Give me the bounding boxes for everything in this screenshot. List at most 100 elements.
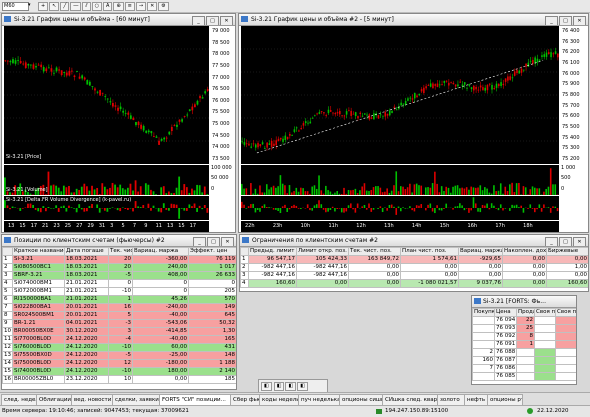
column-header[interactable] xyxy=(2,247,13,256)
close-button[interactable]: ✕ xyxy=(220,16,233,25)
column-header[interactable]: Краткое название xyxy=(12,247,65,256)
table-row[interactable]: 1 96 547,17 105 424,33 163 849,72 1 574,61 -9… xyxy=(240,255,588,264)
column-header[interactable]: Накоплен. доход xyxy=(502,247,547,256)
table-row[interactable]: 2 Si080500BC1 18.03.2021 20 240,00 1 017 xyxy=(2,263,236,272)
table-row[interactable]: 4 Si074000BM1 21.01.2021 0 0 0 xyxy=(2,279,236,288)
column-header[interactable]: Тек. чист. xyxy=(108,247,133,256)
props-tool-icon[interactable]: ⚙ xyxy=(158,2,169,11)
table-row[interactable]: 6 RI150000BA1 21.01.2021 1 45,26 570 xyxy=(2,295,236,304)
window-title: Si-3.21 График цены и объёма #2 - [5 мин… xyxy=(251,16,394,23)
column-header[interactable]: Цена xyxy=(494,308,517,317)
minimize-button[interactable]: _ xyxy=(192,16,205,25)
fib-tool-icon[interactable]: ≡ xyxy=(124,2,135,11)
window-title-bar[interactable]: Позиции по клиентским счетам (фьючерсы) … xyxy=(2,235,236,247)
table-row[interactable]: 3 -982 447,16 -982 447,16 0,00 0,00 0,00 0,00 0… xyxy=(240,271,588,280)
table-row[interactable]: 1 Si-3.21 18.03.2021 20 -360,00 76 119 xyxy=(2,255,236,264)
table-row[interactable]: 16 BR00005ZBL0 23.12.2020 10 0,00 185 xyxy=(2,375,236,384)
delta-bar xyxy=(124,208,127,209)
table-row[interactable]: 7 Si022800BA1 20.01.2021 16 -240,00 149 xyxy=(2,303,236,312)
column-header[interactable]: Вариац. маржа xyxy=(458,247,503,256)
volume-bar xyxy=(277,186,279,195)
column-header[interactable]: Продажа xyxy=(516,308,535,317)
delta-bar xyxy=(52,208,55,209)
table-row[interactable]: 4 160,60 0,00 0,00 -1 080 021,57 9 037,76 0,00… xyxy=(240,279,588,288)
table-row[interactable]: 11 Si77000BL0D 24.12.2020 -4 -40,00 165 xyxy=(2,335,236,344)
volume-bar xyxy=(365,190,368,195)
table-row[interactable]: 2 -982 447,16 -982 447,16 0,00 0,00 0,00 0,00 1… xyxy=(240,263,588,272)
table-row[interactable]: 5 Si072000BM1 21.01.2021 -10 0 205 xyxy=(2,287,236,296)
table-row[interactable]: 3 SBRF-3.21 18.03.2021 -5 408,00 26 633 xyxy=(2,271,236,280)
pointer-tool-icon[interactable]: ↖ xyxy=(49,2,60,11)
orderbook-row[interactable]: 76 093 25 xyxy=(472,324,576,333)
zoom-tool-icon[interactable]: ⊕ xyxy=(113,2,124,11)
volume-bar xyxy=(52,184,55,195)
chevron-down-icon[interactable]: ▾ xyxy=(28,2,31,8)
text-tool-icon[interactable]: A xyxy=(103,2,113,11)
column-header[interactable] xyxy=(240,247,249,256)
window-title-bar[interactable]: Ограничения по клиентским счетам #2 _ □ ✕ xyxy=(240,235,588,247)
delta-bar xyxy=(284,204,286,208)
restore-window-icon[interactable]: ◧ xyxy=(261,382,272,391)
table-row[interactable]: 12 Si76000BL0D 24.12.2020 -10 60,00 431 xyxy=(2,343,236,352)
window-title-bar[interactable]: Si-3.21 График цены и объёма - [60 минут… xyxy=(2,14,235,26)
column-header[interactable]: Своя прод xyxy=(555,308,576,317)
delta-pane[interactable] xyxy=(241,196,559,220)
maximize-button[interactable]: □ xyxy=(559,16,572,25)
column-header[interactable]: Лимит откр. поз. xyxy=(296,247,349,256)
table-row[interactable]: 10 BR00050BX0E 30.12.2020 3 -414,85 1,30 xyxy=(2,327,236,336)
close-button[interactable]: ✕ xyxy=(573,237,586,246)
column-header[interactable]: Биржевые xyxy=(546,247,588,256)
column-header[interactable]: Вариац. маржа xyxy=(132,247,189,256)
volume-bar xyxy=(449,192,452,195)
maximize-button[interactable]: □ xyxy=(207,237,220,246)
price-pane[interactable] xyxy=(241,26,559,164)
channel-tool-icon[interactable]: ⫽ xyxy=(82,2,91,11)
table-row[interactable]: 8 SR024500BM1 20.01.2021 5 -40,00 645 xyxy=(2,311,236,320)
delete-tool-icon[interactable]: ✕ xyxy=(147,2,158,11)
restore-window-icon[interactable]: ◧ xyxy=(297,382,308,391)
window-title-bar[interactable]: Si-3.21 График цены и объёма #2 - [5 мин… xyxy=(239,14,588,26)
column-header[interactable]: Покупка xyxy=(472,308,495,317)
minimize-button[interactable]: _ xyxy=(193,237,206,246)
column-header[interactable]: План чист. поз. xyxy=(400,247,459,256)
orderbook-row[interactable]: 76 085 xyxy=(472,372,576,381)
volume-pane[interactable] xyxy=(241,165,559,195)
restore-window-icon[interactable]: ◧ xyxy=(273,382,285,391)
restore-window-icon[interactable]: ◧ xyxy=(285,382,297,391)
crosshair-tool-icon[interactable]: + xyxy=(38,2,49,11)
minimize-button[interactable]: _ xyxy=(545,16,558,25)
arrow-tool-icon[interactable]: → xyxy=(135,2,147,11)
column-header[interactable]: Тек. чист. поз. xyxy=(348,247,401,256)
candle-body xyxy=(547,52,550,54)
table-row[interactable]: 13 Si75500BX0D 24.12.2020 -5 -25,00 148 xyxy=(2,351,236,360)
orderbook-row[interactable]: 2 76 088 xyxy=(472,348,576,357)
hline-tool-icon[interactable]: ― xyxy=(70,2,82,11)
table-row[interactable]: 15 Si74000BL0D 24.12.2020 -10 180,00 2 140 xyxy=(2,367,236,376)
line-tool-icon[interactable]: ╱ xyxy=(60,2,70,11)
delta-pane[interactable]: Si-3.21 [Delta.FR Volume Divergence] (k-… xyxy=(4,196,209,220)
close-button[interactable]: ✕ xyxy=(573,16,586,25)
orderbook-row[interactable]: 160 76 087 xyxy=(472,356,576,365)
timeframe-combo[interactable]: M60 xyxy=(2,2,29,11)
circle-tool-icon[interactable]: ○ xyxy=(91,2,103,11)
orderbook-row[interactable]: 76 091 1 xyxy=(472,340,576,349)
orderbook-row[interactable]: 76 094 22 xyxy=(472,316,576,325)
volume-pane[interactable]: Si-3.21 [Volume] xyxy=(4,165,209,195)
minimize-button[interactable]: _ xyxy=(545,237,558,246)
close-button[interactable]: ✕ xyxy=(221,237,234,246)
table-row[interactable]: 14 Si75000BL0D 24.12.2020 12 -180,00 1 188 xyxy=(2,359,236,368)
price-pane[interactable]: Si-3.21 [Price] xyxy=(4,26,209,164)
maximize-button[interactable]: □ xyxy=(559,237,572,246)
candle-body xyxy=(168,131,171,135)
column-header[interactable]: Своя пок xyxy=(534,308,556,317)
window-title-bar[interactable]: Si-3.21 [FORTS: Фь... xyxy=(472,296,576,308)
orderbook-row[interactable]: 76 092 8 xyxy=(472,332,576,341)
candle-body xyxy=(259,144,262,147)
maximize-button[interactable]: □ xyxy=(206,16,219,25)
column-header[interactable]: Эффект. цен xyxy=(188,247,236,256)
orderbook-row[interactable]: 7 76 086 xyxy=(472,364,576,373)
column-header[interactable]: Дата погаше xyxy=(64,247,109,256)
table-row[interactable]: 9 BR-1.21 04.01.2021 -3 -543,06 50,32 xyxy=(2,319,236,328)
column-header[interactable]: Предыд. лимит xyxy=(248,247,297,256)
candle-body xyxy=(334,113,337,115)
